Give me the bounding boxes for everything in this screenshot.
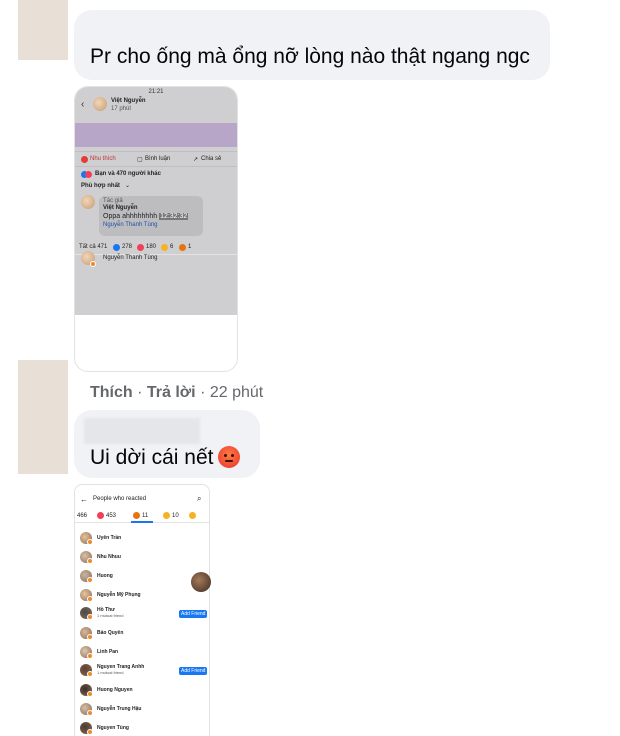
comment-mention: Nguyễn Thanh Tùng xyxy=(103,222,158,228)
comment-author-badge: Tác giả xyxy=(103,198,123,204)
comment-author-avatar xyxy=(81,195,95,209)
reactor-angry-badge-2 xyxy=(87,729,93,735)
tab-angry-count-2: 11 xyxy=(142,513,149,519)
comment-text-2: Ui dời cái nết xyxy=(90,446,240,470)
tab-care-icon xyxy=(161,244,168,251)
chevron-down-icon: ⌄ xyxy=(125,183,131,189)
comment-actions-1: Thích · Trả lời · 22 phút xyxy=(90,384,264,401)
action-comment: Bình luận xyxy=(145,156,171,162)
reactor-name-2[interactable]: Nguyễn Mỹ Phụng xyxy=(97,592,141,598)
reactor-angry-badge-2 xyxy=(87,653,93,659)
reactor-angry-badge-2 xyxy=(87,577,93,583)
reply-link[interactable]: Trả lời xyxy=(147,384,196,401)
reactor-name: Nguyễn Thanh Tùng xyxy=(103,255,158,261)
reactor-angry-badge-2 xyxy=(87,671,93,677)
reaction-tabs: Tất cả 471 278 180 6 1 xyxy=(75,239,237,255)
share-icon: ↗ xyxy=(193,157,199,163)
reaction-love-icon xyxy=(85,171,92,178)
reactor-name-2[interactable]: Nguyen Tùng xyxy=(97,725,129,731)
reactor-name-2[interactable]: Nhu Nhuu xyxy=(97,554,121,560)
attached-screenshot-1[interactable]: 21:21 ‹ Việt Nguyễn 17 phút Nhu thích ▢ … xyxy=(74,86,238,372)
comment-icon: ▢ xyxy=(137,157,143,163)
back-arrow-icon: ‹ xyxy=(81,99,85,110)
tab-care-icon-2 xyxy=(163,512,170,519)
reactor-tabs-2: 466 453 11 10 xyxy=(75,509,209,523)
reactor-mutual-2: 1 mutual friend xyxy=(97,613,124,618)
tab-love-icon xyxy=(137,244,144,251)
add-friend-button[interactable]: Add Friend xyxy=(179,667,208,675)
reactions-summary: Bạn và 470 người khác xyxy=(95,171,161,177)
reactor-name-2[interactable]: Linh Pan xyxy=(97,649,118,655)
comment-mini-body: Oppa ahhhhhhhh xyxy=(103,213,158,220)
comment-text-1: Pr cho ống mà ổng nỡ lòng nào thật ngang… xyxy=(90,45,530,68)
poster-name: Việt Nguyễn xyxy=(111,98,146,104)
search-icon: ⌕ xyxy=(197,494,202,503)
tab-love-count-2: 453 xyxy=(106,513,117,519)
poster-time: 17 phút xyxy=(111,106,132,112)
poster-avatar xyxy=(93,97,107,111)
reactor-angry-badge-2 xyxy=(87,596,93,602)
add-friend-button[interactable]: Add Friend xyxy=(179,610,208,618)
reactor-angry-badge-2 xyxy=(87,614,93,620)
commenter-name-blurred-2b xyxy=(84,418,200,444)
sort-label: Phù hợp nhất xyxy=(81,183,120,189)
reactors-header: People who reacted xyxy=(93,496,147,502)
reactor-angry-badge-2 xyxy=(87,691,93,697)
tab-care-count: 6 xyxy=(170,244,174,250)
tab-care-count-2: 10 xyxy=(172,513,179,519)
reply-avatar[interactable] xyxy=(18,360,68,474)
reactor-angry-badge-2 xyxy=(87,634,93,640)
action-share: Chia sẻ xyxy=(201,156,222,162)
tab-angry-icon-2 xyxy=(133,512,140,519)
reactor-angry-badge xyxy=(90,261,96,267)
tab-all-2: 466 xyxy=(77,513,88,519)
comment-mini-text: Oppa ahhhhhhhh 12:32:32 xyxy=(103,213,189,220)
floating-chat-head[interactable] xyxy=(191,572,211,592)
comment-author-name: Việt Nguyễn xyxy=(103,205,138,211)
tab-angry-count: 1 xyxy=(188,244,192,250)
reactor-name-2[interactable]: Bảo Quyên xyxy=(97,630,123,636)
reactor-name-2[interactable]: Huong xyxy=(97,573,113,579)
comment-text-2-body: Ui dời cái nết xyxy=(90,446,214,469)
reactor-angry-badge-2 xyxy=(87,710,93,716)
attached-screenshot-2[interactable]: ← People who reacted ⌕ 466 453 11 10 Uyê… xyxy=(74,484,210,736)
reactor-name-2[interactable]: Huong Nguyen xyxy=(97,687,133,693)
comment-time[interactable]: 22 phút xyxy=(210,384,263,401)
like-link[interactable]: Thích xyxy=(90,384,133,401)
post-actions-bar: Nhu thích ▢ Bình luận ↗ Chia sẻ xyxy=(75,151,237,167)
tab-love-count: 180 xyxy=(146,244,157,250)
tab-like-count: 278 xyxy=(122,244,133,250)
like-icon xyxy=(81,156,88,163)
tab-angry-underline xyxy=(131,521,153,523)
reactor-angry-badge-2 xyxy=(87,539,93,545)
commenter-avatar-1[interactable] xyxy=(18,0,68,60)
tab-love-icon-2 xyxy=(97,512,104,519)
tab-all: Tất cả 471 xyxy=(79,244,108,250)
action-like: Nhu thích xyxy=(90,156,116,162)
reactor-name-2[interactable]: Nguyễn Trung Hậu xyxy=(97,706,141,712)
tab-angry-icon xyxy=(179,244,186,251)
comment-mini-tag: 12:32:32 xyxy=(159,213,189,220)
angry-face-icon xyxy=(217,446,240,468)
post-image-band xyxy=(75,123,237,147)
reactor-name-2[interactable]: Uyên Trần xyxy=(97,535,121,541)
reactor-angry-badge-2 xyxy=(87,558,93,564)
tab-like-icon xyxy=(113,244,120,251)
reactor-mutual-2: 1 mutual friend xyxy=(97,670,124,675)
tab-haha-icon-2 xyxy=(189,512,196,519)
status-time: 21:21 xyxy=(148,89,164,95)
back-arrow-icon-2: ← xyxy=(80,495,88,504)
